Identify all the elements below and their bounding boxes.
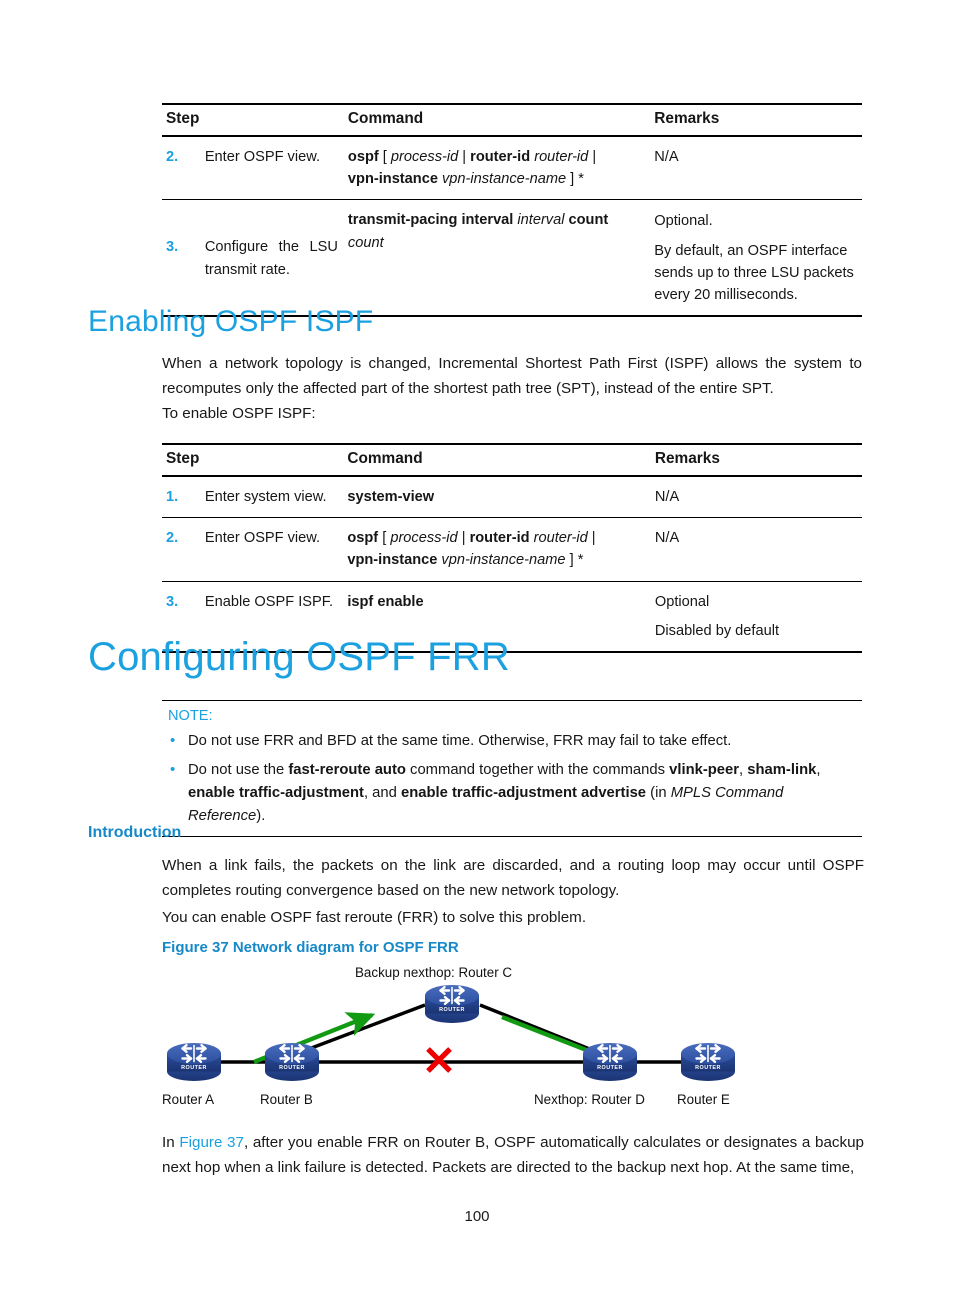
table-header: Step Command Remarks <box>162 443 862 477</box>
subheading-introduction: Introduction <box>88 824 182 841</box>
figure-caption: Figure 37 Network diagram for OSPF FRR <box>162 939 459 956</box>
column-header-remarks: Remarks <box>650 443 862 477</box>
remarks-cell: N/A <box>650 136 862 201</box>
label-nexthop-router-d: Nexthop: Router D <box>534 1092 645 1107</box>
table-header-row: Step Command Remarks <box>162 103 862 137</box>
router-icon-a <box>165 1041 223 1083</box>
label-backup-nexthop-router-c: Backup nexthop: Router C <box>355 965 513 980</box>
table-row: 3. Configure the LSU transmit rate. tran… <box>162 199 862 318</box>
link-failure-x-icon <box>426 1047 452 1073</box>
introduction-paragraph-2: You can enable OSPF fast reroute (FRR) t… <box>162 909 587 926</box>
router-icon-b <box>263 1041 321 1083</box>
label-router-e: Router E <box>677 1092 730 1107</box>
table-ispf: Step Command Remarks 1. Enter system vie… <box>162 443 862 653</box>
table-header: Step Command Remarks <box>162 103 862 137</box>
command-syntax: transmit-pacing interval interval count … <box>343 199 651 318</box>
remarks-cell: Optional Disabled by default <box>650 581 862 653</box>
step-description: Enter system view. <box>200 476 344 519</box>
network-diagram-canvas: ROUTER <box>150 965 770 1115</box>
remarks-cell: Optional. By default, an OSPF interface s… <box>650 199 862 318</box>
router-icon-d <box>581 1041 639 1083</box>
ispf-lead-in-text: To enable OSPF ISPF: <box>162 405 316 422</box>
table-row: 2. Enter OSPF view. ospf [ process-id | … <box>162 517 862 582</box>
page-number: 100 <box>464 1208 490 1225</box>
command-syntax: ospf [ process-id | router-id router-id … <box>343 517 651 582</box>
page-title-enabling-ospf-ispf: Enabling OSPF ISPF <box>88 305 374 338</box>
note-label: NOTE: <box>168 708 213 724</box>
document-page: Step Command Remarks 2. Enter OSPF view.… <box>0 0 954 1296</box>
command-syntax: ospf [ process-id | router-id router-id … <box>343 136 651 201</box>
step-number: 3. <box>162 199 201 318</box>
table-row: 1. Enter system view. system-view N/A <box>162 476 862 519</box>
page-title-configuring-ospf-frr: Configuring OSPF FRR <box>88 635 510 679</box>
command-syntax: system-view <box>343 476 651 519</box>
router-icon-c <box>423 983 481 1025</box>
table-body: 2. Enter OSPF view. ospf [ process-id | … <box>162 136 862 318</box>
note-callout: NOTE: Do not use FRR and BFD at the same… <box>162 700 862 837</box>
table-body: 1. Enter system view. system-view N/A 2.… <box>162 476 862 653</box>
step-number: 2. <box>162 517 201 582</box>
ospf-view-command-table: Step Command Remarks 2. Enter OSPF view.… <box>0 103 954 318</box>
closing-paragraph: In Figure 37, after you enable FRR on Ro… <box>162 1134 864 1176</box>
note-bullet-list: Do not use FRR and BFD at the same time.… <box>162 729 862 828</box>
step-description: Enter OSPF view. <box>200 136 344 201</box>
label-router-a: Router A <box>162 1092 215 1107</box>
list-item: Do not use the fast-reroute auto command… <box>162 758 862 828</box>
router-icon-e <box>679 1041 737 1083</box>
label-router-b: Router B <box>260 1092 313 1107</box>
column-header-step: Step <box>162 103 344 137</box>
column-header-command: Command <box>343 103 651 137</box>
table-header-row: Step Command Remarks <box>162 443 862 477</box>
step-number: 2. <box>162 136 201 201</box>
table-row: 2. Enter OSPF view. ospf [ process-id | … <box>162 136 862 201</box>
remarks-cell: N/A <box>650 517 862 582</box>
table-top: Step Command Remarks 2. Enter OSPF view.… <box>162 103 862 318</box>
network-diagram-figure: ROUTER <box>0 965 954 1115</box>
ispf-intro-paragraph: When a network topology is changed, Incr… <box>162 355 862 397</box>
column-header-step: Step <box>162 443 344 477</box>
column-header-command: Command <box>343 443 651 477</box>
step-description: Configure the LSU transmit rate. <box>200 199 344 318</box>
introduction-paragraph-1: When a link fails, the packets on the li… <box>162 857 864 899</box>
ispf-command-table: Step Command Remarks 1. Enter system vie… <box>0 443 954 653</box>
column-header-remarks: Remarks <box>650 103 862 137</box>
list-item: Do not use FRR and BFD at the same time.… <box>162 729 862 753</box>
step-description: Enter OSPF view. <box>200 517 344 582</box>
remarks-cell: N/A <box>650 476 862 519</box>
step-number: 1. <box>162 476 201 519</box>
